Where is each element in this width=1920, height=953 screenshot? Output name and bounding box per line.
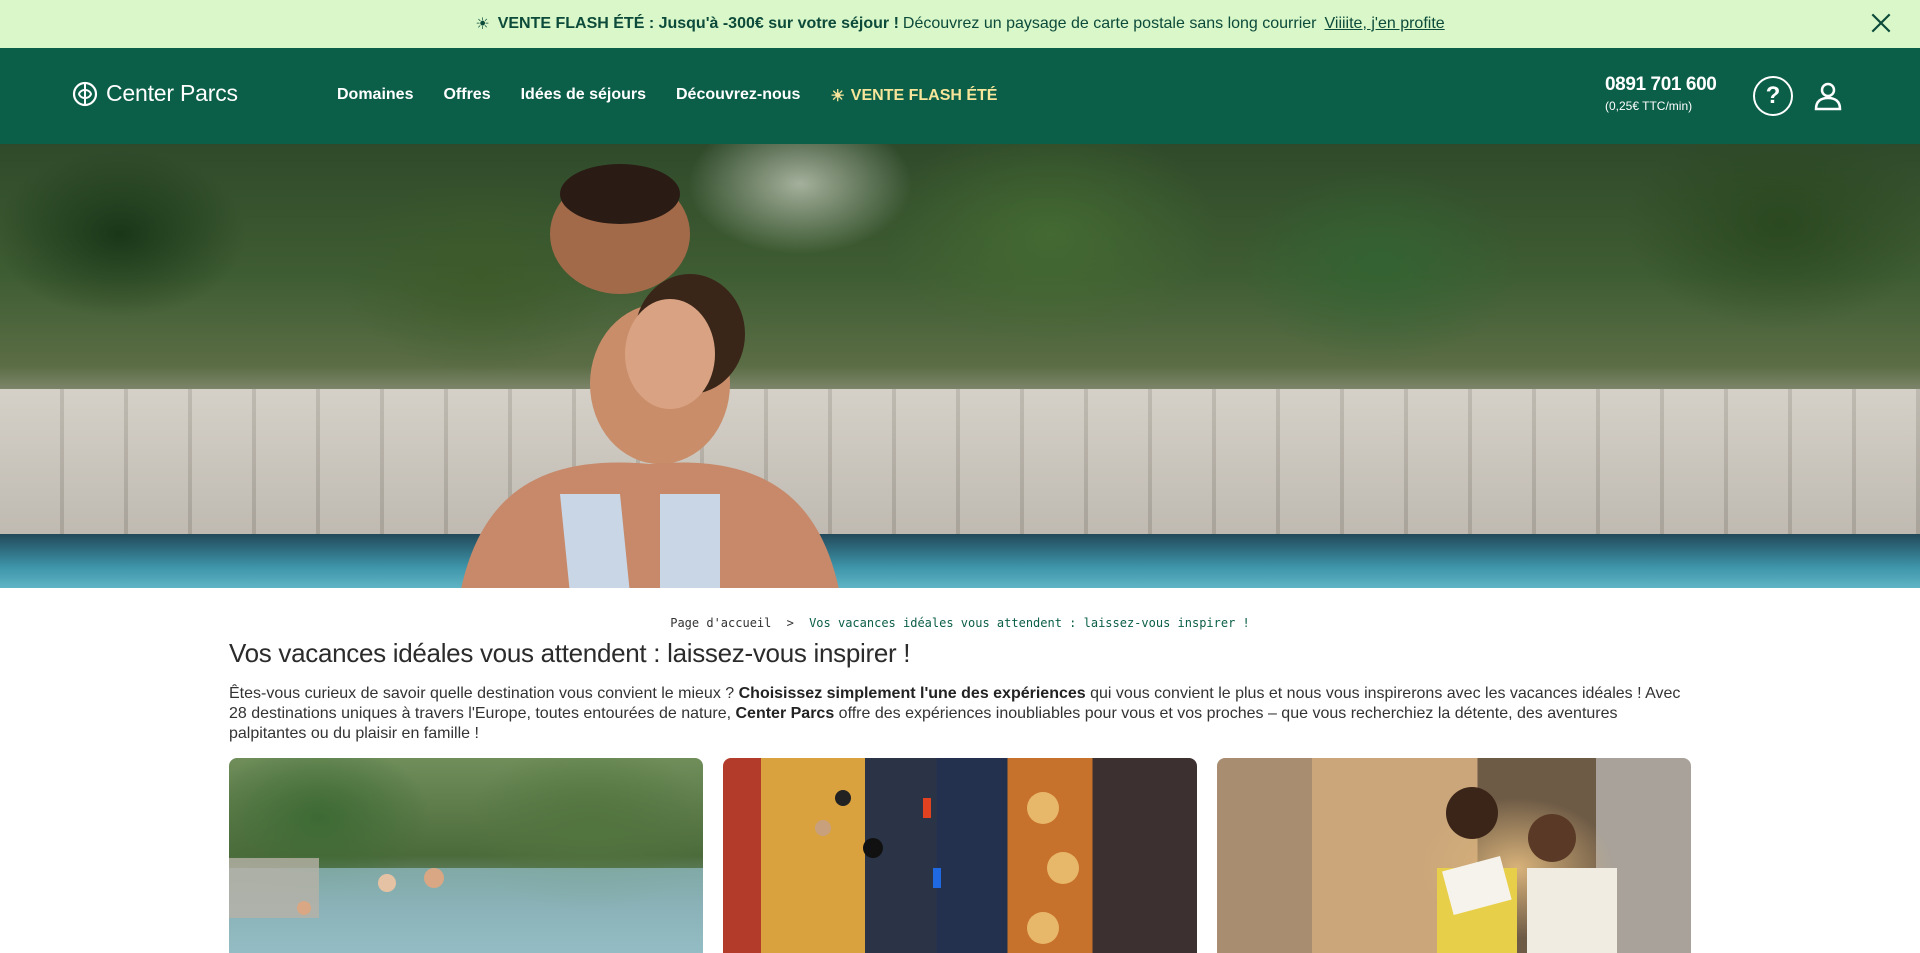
card-image-couple [1437, 787, 1617, 953]
phone-contact[interactable]: 0891 701 600 (0,25€ TTC/min) [1605, 74, 1717, 113]
card-image-pool [229, 858, 703, 953]
promo-headline: VENTE FLASH ÉTÉ : Jusqu'à -300€ sur votr… [497, 15, 899, 32]
nav-decouvrez-nous[interactable]: Découvrez-nous [676, 86, 800, 106]
card-image-climbing [815, 790, 1079, 944]
user-icon[interactable] [1812, 80, 1844, 112]
nav-vente-flash-label: VENTE FLASH ÉTÉ [850, 87, 998, 104]
page-title: Vos vacances idéales vous attendent : la… [229, 638, 911, 668]
main-header: Center Parcs Domaines Offres Idées de sé… [0, 48, 1920, 144]
main-nav: Domaines Offres Idées de séjours Découvr… [337, 86, 1027, 106]
breadcrumb-home[interactable]: Page d'accueil [670, 616, 771, 630]
nav-domaines[interactable]: Domaines [337, 86, 413, 106]
breadcrumb-separator: > [786, 616, 794, 630]
promo-banner: ☀ VENTE FLASH ÉTÉ : Jusqu'à -300€ sur vo… [0, 0, 1920, 48]
phone-price: (0,25€ TTC/min) [1605, 99, 1693, 113]
hero-image [0, 144, 1920, 588]
hero-stone-wall [0, 389, 1920, 539]
hero-mother-child [461, 164, 839, 588]
experience-card-tropical-pool[interactable] [229, 758, 703, 953]
nav-vente-flash[interactable]: ☀ VENTE FLASH ÉTÉ [830, 86, 997, 106]
breadcrumb-current: Vos vacances idéales vous attendent : la… [809, 616, 1250, 630]
center-parcs-logo-icon [72, 81, 98, 106]
experience-card-relax[interactable] [1217, 758, 1691, 953]
hero-foliage [0, 144, 1920, 404]
brand-logo[interactable]: Center Parcs [72, 80, 238, 107]
brand-name: Center Parcs [106, 80, 238, 106]
intro-text: Êtes-vous curieux de savoir quelle desti… [229, 684, 1689, 744]
nav-idees-de-sejours[interactable]: Idées de séjours [521, 86, 646, 106]
sun-icon: ☀ [830, 88, 845, 105]
sun-icon: ☀ [475, 16, 490, 33]
phone-number: 0891 701 600 [1605, 74, 1717, 95]
intro-bold-1: Choisissez simplement l'une des expérien… [738, 685, 1086, 702]
promo-link[interactable]: Viiiite, j'en profite [1325, 15, 1445, 33]
help-icon[interactable]: ? [1753, 76, 1793, 116]
intro-bold-2: Center Parcs [735, 705, 835, 722]
nav-offres[interactable]: Offres [443, 86, 490, 106]
intro-part-1: Êtes-vous curieux de savoir quelle desti… [229, 685, 739, 702]
experience-card-climbing[interactable] [723, 758, 1197, 953]
promo-description: Découvrez un paysage de carte postale sa… [902, 15, 1317, 32]
close-icon[interactable] [1868, 10, 1894, 36]
breadcrumb: Page d'accueil > Vos vacances idéales vo… [0, 616, 1920, 630]
hero-pool-water [0, 534, 1920, 588]
